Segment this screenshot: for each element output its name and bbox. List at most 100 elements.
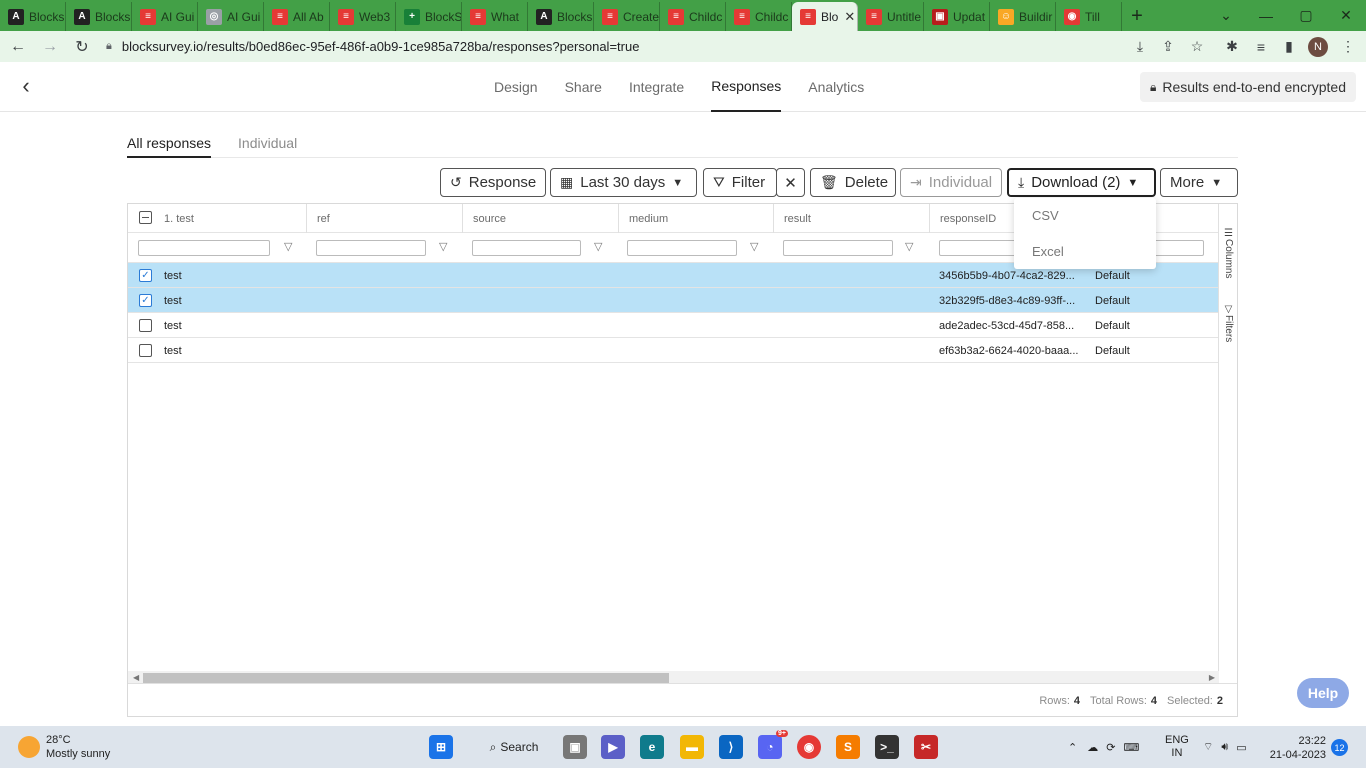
browser-tab[interactable]: ◎ AI Gui: [198, 2, 264, 31]
clock[interactable]: 23:22 21-04-2023: [1270, 734, 1326, 762]
sidepanel-icon[interactable]: ▮: [1277, 34, 1301, 59]
close-window-button[interactable]: ✕: [1326, 0, 1366, 31]
maximize-button[interactable]: ▢: [1286, 0, 1326, 31]
browser-tab[interactable]: ▣ Updat: [924, 2, 990, 31]
table-row[interactable]: ✓ test 32b329f5-d8e3-4c89-93ff-... Default: [128, 288, 1219, 313]
scroll-left-icon[interactable]: ◀: [133, 671, 139, 683]
filter-icon[interactable]: ▽: [284, 240, 292, 253]
chrome-icon[interactable]: ◉: [797, 735, 821, 759]
browser-tab[interactable]: ☺ Buildir: [990, 2, 1056, 31]
filter-icon[interactable]: ▽: [594, 240, 602, 253]
browser-tab[interactable]: ≡ Untitle: [858, 2, 924, 31]
share-icon[interactable]: ⇪: [1156, 34, 1180, 59]
row-checkbox[interactable]: [139, 319, 152, 332]
more-button[interactable]: More ▼: [1160, 168, 1238, 197]
discord-icon[interactable]: ◔ 9+: [758, 730, 788, 759]
column-header-ref[interactable]: ref: [306, 204, 462, 233]
filter-icon[interactable]: ▽: [905, 240, 913, 253]
tab-individual[interactable]: Individual: [238, 130, 297, 158]
forward-arrow-icon[interactable]: →: [36, 33, 64, 61]
new-tab-button[interactable]: +: [1122, 2, 1152, 31]
response-button[interactable]: ↺ Response: [440, 168, 546, 197]
column-header-source[interactable]: source: [462, 204, 618, 233]
download-excel-option[interactable]: Excel: [1032, 244, 1064, 259]
nav-analytics[interactable]: Analytics: [808, 62, 864, 112]
browser-tab[interactable]: ≡ Childc: [726, 2, 792, 31]
tab-close-icon[interactable]: ✕: [844, 9, 855, 25]
delete-button[interactable]: 🗑︎ Delete: [810, 168, 896, 197]
filters-panel-toggle[interactable]: ▽ Filters: [1222, 304, 1235, 342]
browser-tab[interactable]: A Blocks: [66, 2, 132, 31]
download-csv-option[interactable]: CSV: [1032, 208, 1059, 223]
browser-tab[interactable]: A Blocks: [528, 2, 594, 31]
table-row[interactable]: test ade2adec-53cd-45d7-858... Default: [128, 313, 1219, 338]
task-view-icon[interactable]: ▣: [563, 735, 587, 759]
nav-share[interactable]: Share: [565, 62, 602, 112]
menu-kebab-icon[interactable]: ⋮: [1336, 34, 1360, 59]
filter-icon[interactable]: ▽: [439, 240, 447, 253]
clear-filter-button[interactable]: ✕: [776, 168, 805, 197]
tab-all-responses[interactable]: All responses: [127, 130, 212, 158]
column-header-test[interactable]: 1. test: [128, 204, 306, 233]
language-indicator[interactable]: ENG IN: [1165, 726, 1189, 768]
notification-badge[interactable]: 12: [1331, 739, 1348, 756]
profile-avatar[interactable]: N: [1306, 34, 1330, 59]
filter-input[interactable]: [472, 240, 581, 256]
scrollbar-thumb[interactable]: [143, 673, 669, 683]
horizontal-scrollbar[interactable]: ◀ ▶: [128, 671, 1219, 683]
columns-panel-toggle[interactable]: ☰ Columns: [1222, 228, 1235, 278]
address-bar[interactable]: 🔒︎ blocksurvey.io/results/b0ed86ec-95ef-…: [100, 34, 1150, 59]
terminal-icon[interactable]: >_: [875, 735, 899, 759]
browser-tab[interactable]: ≡ Web3: [330, 2, 396, 31]
weather-widget[interactable]: 28°C Mostly sunny: [18, 733, 110, 761]
extensions-icon[interactable]: ✱: [1220, 34, 1244, 59]
row-checkbox[interactable]: ✓: [139, 269, 152, 282]
reload-icon[interactable]: ↻: [68, 33, 96, 61]
vscode-icon[interactable]: ⟩: [719, 735, 743, 759]
download-button[interactable]: ⤓ Download (2) ▼: [1007, 168, 1156, 197]
filter-button[interactable]: ⛛ Filter: [703, 168, 777, 197]
browser-tab[interactable]: ≡ All Ab: [264, 2, 330, 31]
windows-start-icon[interactable]: ⊞: [429, 735, 453, 759]
filter-input[interactable]: [316, 240, 426, 256]
bookmark-star-icon[interactable]: ☆: [1185, 34, 1209, 59]
date-range-select[interactable]: ▦ Last 30 days ▼: [550, 168, 697, 197]
back-arrow-icon[interactable]: ←: [4, 33, 32, 61]
keyboard-icon[interactable]: ⌨: [1123, 741, 1139, 754]
nav-integrate[interactable]: Integrate: [629, 62, 684, 112]
browser-tab[interactable]: ≡ Blo ✕: [792, 2, 858, 31]
filter-icon[interactable]: ▽: [750, 240, 758, 253]
taskbar-search[interactable]: ⌕ Search: [474, 734, 554, 760]
filter-input[interactable]: [138, 240, 270, 256]
browser-tab[interactable]: ≡ AI Gui: [132, 2, 198, 31]
column-header-medium[interactable]: medium: [618, 204, 773, 233]
sublime-icon[interactable]: S: [836, 735, 860, 759]
table-row[interactable]: test ef63b3a2-6624-4020-baaa... Default: [128, 338, 1219, 363]
browser-tab[interactable]: ≡ What: [462, 2, 528, 31]
individual-button[interactable]: ⇥ Individual: [900, 168, 1002, 197]
browser-tab[interactable]: ≡ Create: [594, 2, 660, 31]
install-icon[interactable]: ⤓: [1128, 34, 1152, 59]
minimize-button[interactable]: —: [1246, 0, 1286, 31]
nav-responses[interactable]: Responses: [711, 62, 782, 112]
tab-search-icon[interactable]: ⌄: [1206, 0, 1246, 31]
teams-icon[interactable]: ▶: [601, 735, 625, 759]
browser-tab[interactable]: + BlockS: [396, 2, 462, 31]
snipping-tool-icon[interactable]: ✂: [914, 735, 938, 759]
browser-tab[interactable]: ◉ Till: [1056, 2, 1122, 31]
browser-tab[interactable]: ≡ Childc: [660, 2, 726, 31]
scroll-right-icon[interactable]: ▶: [1209, 671, 1215, 683]
file-explorer-icon[interactable]: ▬: [680, 735, 704, 759]
quick-settings[interactable]: ⌔ 🔊︎ ▭: [1203, 726, 1247, 768]
help-button[interactable]: Help: [1297, 678, 1349, 708]
filter-input[interactable]: [627, 240, 737, 256]
row-checkbox[interactable]: ✓: [139, 294, 152, 307]
nav-design[interactable]: Design: [494, 62, 538, 112]
browser-tab[interactable]: A Blocks: [0, 2, 66, 31]
column-header-result[interactable]: result: [773, 204, 929, 233]
chevron-up-icon[interactable]: ⌃: [1068, 741, 1077, 754]
row-checkbox[interactable]: [139, 344, 152, 357]
edge-icon[interactable]: e: [640, 735, 664, 759]
sync-icon[interactable]: ⟳: [1106, 741, 1115, 754]
filter-input[interactable]: [783, 240, 893, 256]
